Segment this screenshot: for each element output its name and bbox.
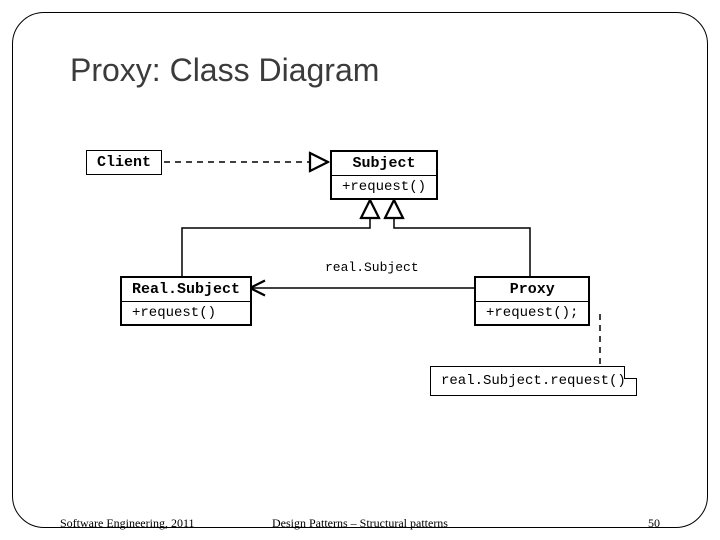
- note-body: real.Subject.request(): [441, 373, 626, 389]
- class-realsubject-op: +request(): [122, 302, 250, 324]
- class-client: Client: [86, 150, 162, 175]
- class-realsubject-name: Real.Subject: [122, 278, 250, 301]
- class-subject-name: Subject: [332, 152, 436, 175]
- note-box: real.Subject.request(): [430, 366, 637, 396]
- class-proxy-name: Proxy: [476, 278, 588, 301]
- footer-page: 50: [648, 516, 660, 531]
- assoc-label: real.Subject: [325, 260, 419, 275]
- class-subject: Subject +request(): [330, 150, 438, 200]
- slide-title: Proxy: Class Diagram: [70, 52, 379, 89]
- class-realsubject: Real.Subject +request(): [120, 276, 252, 326]
- class-proxy: Proxy +request();: [474, 276, 590, 326]
- class-proxy-op: +request();: [476, 302, 588, 324]
- class-subject-op: +request(): [332, 176, 436, 198]
- uml-diagram: Client Subject +request() Real.Subject +…: [70, 148, 650, 408]
- class-client-name: Client: [87, 151, 161, 174]
- footer-center: Design Patterns – Structural patterns: [0, 516, 720, 531]
